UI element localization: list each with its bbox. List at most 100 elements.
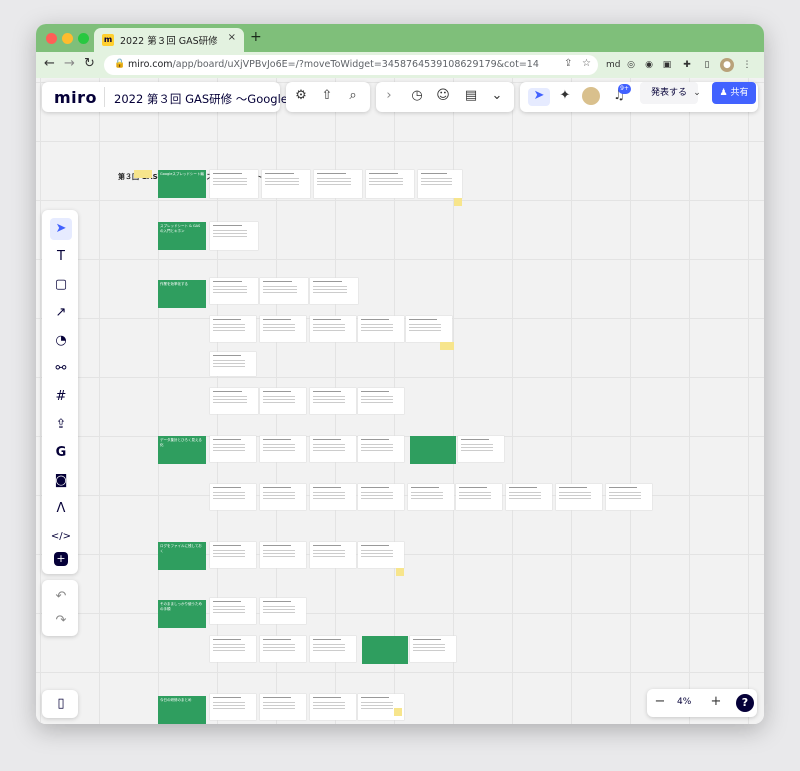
- back-arrow-icon[interactable]: ←: [44, 56, 55, 71]
- slide-card[interactable]: [262, 170, 310, 198]
- timer-icon[interactable]: ◷: [408, 88, 426, 103]
- slide-card[interactable]: [260, 316, 306, 342]
- slide-card[interactable]: [260, 636, 306, 662]
- sticky-note[interactable]: [454, 198, 462, 206]
- slide-card[interactable]: [314, 170, 362, 198]
- chevron-right-icon[interactable]: ›: [380, 88, 398, 103]
- section-frame[interactable]: 今日の研修のまとめ: [158, 696, 206, 724]
- section-frame[interactable]: データ集計とひろく見える化: [158, 436, 206, 464]
- slide-card[interactable]: [210, 636, 256, 662]
- slide-card[interactable]: [358, 542, 404, 568]
- slide-card[interactable]: [310, 542, 356, 568]
- google-drive-icon[interactable]: G: [50, 442, 72, 464]
- slide-card[interactable]: [260, 278, 308, 304]
- section-frame[interactable]: そのまましっかり使うための手順: [158, 600, 206, 628]
- pen-tool-icon[interactable]: Λ: [50, 498, 72, 520]
- translate-extension-icon[interactable]: ▣: [660, 58, 674, 72]
- forward-arrow-icon[interactable]: →: [64, 56, 75, 71]
- zoom-level[interactable]: 4%: [677, 697, 691, 707]
- board-title[interactable]: 2022 第３回 GAS研修 〜Google...: [114, 91, 299, 107]
- slide-card[interactable]: [406, 316, 452, 342]
- share-page-icon[interactable]: ⇪: [564, 58, 572, 69]
- help-button[interactable]: ?: [736, 694, 754, 712]
- present-options-chevron-icon[interactable]: ⌄: [688, 88, 706, 98]
- sticky-note[interactable]: [394, 708, 402, 716]
- slide-card[interactable]: [358, 436, 404, 462]
- reload-icon[interactable]: ↻: [84, 56, 95, 71]
- slide-card[interactable]: [260, 694, 306, 720]
- slide-card[interactable]: [210, 170, 258, 198]
- slide-card[interactable]: [410, 636, 456, 662]
- slide-card[interactable]: [210, 598, 256, 624]
- sticky-note[interactable]: [396, 568, 404, 576]
- zoom-out-button[interactable]: −: [651, 694, 669, 709]
- sticky-note[interactable]: [440, 342, 454, 350]
- sidebar-layout-icon[interactable]: ▯: [50, 693, 72, 715]
- slide-card[interactable]: [260, 436, 306, 462]
- slide-card[interactable]: [310, 316, 356, 342]
- camera-tool-icon[interactable]: ◙: [50, 470, 72, 492]
- section-frame[interactable]: [410, 436, 456, 464]
- sticky-note[interactable]: [134, 170, 152, 178]
- maximize-window-button[interactable]: [78, 33, 89, 44]
- profile-avatar[interactable]: ●: [720, 58, 734, 72]
- embed-code-icon[interactable]: </>: [50, 526, 72, 548]
- slide-card[interactable]: [260, 542, 306, 568]
- frame-tool-icon[interactable]: #: [50, 386, 72, 408]
- redo-icon[interactable]: ↷: [50, 610, 72, 632]
- slide-card[interactable]: [358, 484, 404, 510]
- slide-card[interactable]: [210, 436, 256, 462]
- slide-card[interactable]: [408, 484, 454, 510]
- minimize-window-button[interactable]: [62, 33, 73, 44]
- mind-map-tool-icon[interactable]: ⚯: [50, 358, 72, 380]
- slide-card[interactable]: [260, 598, 306, 624]
- slide-card[interactable]: [418, 170, 462, 198]
- slide-card[interactable]: [210, 484, 256, 510]
- slide-card[interactable]: [358, 694, 404, 720]
- slide-card[interactable]: [310, 636, 356, 662]
- md-extension-icon[interactable]: md: [606, 58, 620, 72]
- close-tab-icon[interactable]: ×: [228, 32, 236, 43]
- browser-menu-icon[interactable]: ⋮: [740, 58, 754, 72]
- cursor-icon[interactable]: ➤: [528, 88, 550, 106]
- section-frame[interactable]: Googleスプレッドシート編: [158, 170, 206, 198]
- slide-card[interactable]: [310, 278, 358, 304]
- text-tool-icon[interactable]: T: [50, 246, 72, 268]
- upload-icon[interactable]: ⇧: [318, 88, 336, 103]
- miro-canvas[interactable]: miro 2022 第３回 GAS研修 〜Google... ⚙ ⇧ ⌕ › ◷…: [36, 78, 764, 724]
- user-avatar[interactable]: [582, 87, 600, 105]
- gear-icon[interactable]: ⚙: [292, 88, 310, 103]
- miro-logo[interactable]: miro: [54, 88, 97, 107]
- more-apps-icon[interactable]: +: [54, 552, 68, 566]
- section-frame[interactable]: [362, 636, 408, 664]
- address-bar[interactable]: 🔒 miro.com/app/board/uXjVPBvJo6E=/?moveT…: [104, 55, 598, 75]
- slide-card[interactable]: [210, 278, 258, 304]
- slide-card[interactable]: [358, 388, 404, 414]
- slide-card[interactable]: [210, 694, 256, 720]
- slide-card[interactable]: [210, 352, 256, 376]
- slide-card[interactable]: [310, 694, 356, 720]
- zoom-in-button[interactable]: +: [707, 694, 725, 709]
- slide-card[interactable]: [310, 388, 356, 414]
- slide-card[interactable]: [210, 222, 258, 250]
- slide-card[interactable]: [310, 484, 356, 510]
- camera-extension-icon[interactable]: ◉: [642, 58, 656, 72]
- reactions-icon[interactable]: ☺: [434, 88, 452, 103]
- extension-icon[interactable]: ◎: [624, 58, 638, 72]
- slide-card[interactable]: [260, 388, 306, 414]
- share-button[interactable]: ♟ 共有: [712, 82, 756, 104]
- section-frame[interactable]: ログをファイルに残しておく: [158, 542, 206, 570]
- slide-card[interactable]: [456, 484, 502, 510]
- slide-card[interactable]: [210, 542, 256, 568]
- shapes-tool-icon[interactable]: ◔: [50, 330, 72, 352]
- slide-card[interactable]: [458, 436, 504, 462]
- chevron-down-icon[interactable]: ⌄: [488, 88, 506, 103]
- select-tool-icon[interactable]: ➤: [50, 218, 72, 240]
- new-tab-button[interactable]: +: [250, 29, 262, 45]
- slide-card[interactable]: [556, 484, 602, 510]
- notes-icon[interactable]: ▤: [462, 88, 480, 103]
- section-frame[interactable]: 作業を効率化する: [158, 280, 206, 308]
- sidebar-toggle-icon[interactable]: ▯: [700, 58, 714, 72]
- bookmark-star-icon[interactable]: ☆: [582, 58, 591, 69]
- slide-card[interactable]: [606, 484, 652, 510]
